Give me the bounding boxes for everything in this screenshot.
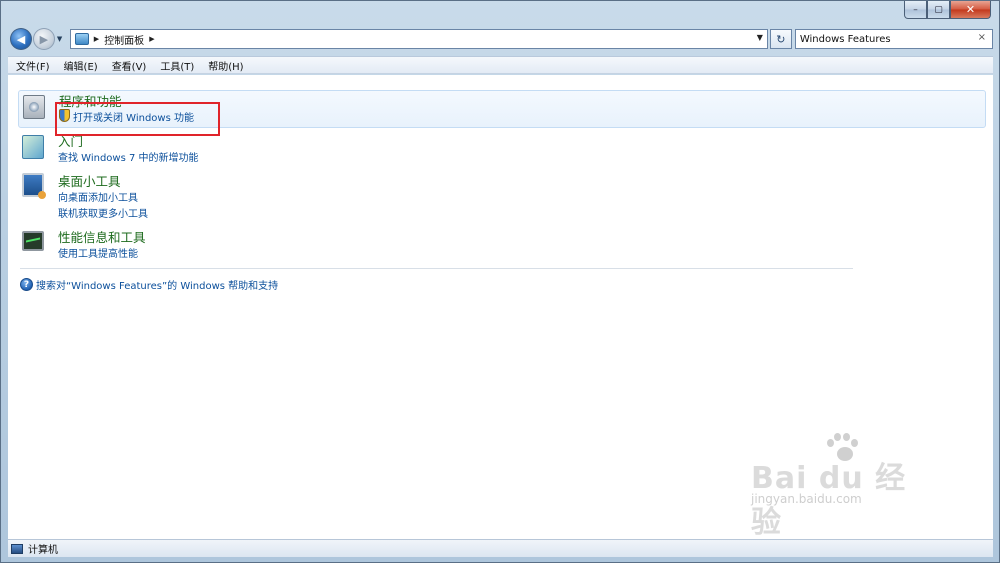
watermark-url: jingyan.baidu.com: [751, 492, 862, 506]
maximize-icon: ▢: [934, 4, 943, 15]
title-bar-controls: – ▢ ✕: [904, 1, 991, 19]
result-group-performance[interactable]: 性能信息和工具 使用工具提高性能: [18, 227, 986, 261]
search-box[interactable]: Windows Features ×: [794, 29, 994, 49]
search-input[interactable]: Windows Features: [800, 34, 891, 45]
menu-view[interactable]: 查看(V): [105, 58, 154, 73]
breadcrumb-control-panel[interactable]: 控制面板: [104, 32, 144, 47]
group-title-performance[interactable]: 性能信息和工具: [58, 227, 146, 246]
back-arrow-icon: ◀: [16, 32, 26, 46]
address-bar[interactable]: ▶ 控制面板 ▶ ▼: [69, 29, 768, 49]
uac-shield-icon: [59, 109, 70, 122]
close-button[interactable]: ✕: [950, 1, 991, 19]
status-bar: 计算机: [8, 539, 993, 557]
group-title-getting-started[interactable]: 入门: [58, 131, 83, 150]
getting-started-icon: [22, 135, 44, 159]
menu-bar: 文件(F) 编辑(E) 查看(V) 工具(T) 帮助(H): [8, 56, 993, 74]
minimize-icon: –: [913, 4, 918, 15]
help-icon: ?: [20, 278, 33, 291]
navigation-bar: ◀ ▶ ▼ ▶ 控制面板 ▶ ▼ ↻ Windows Features ×: [7, 26, 994, 52]
refresh-icon: ↻: [776, 32, 786, 46]
help-search-row[interactable]: ? 搜索对“Windows Features”的 Windows 帮助和支持: [20, 277, 278, 292]
watermark: Bai du 经验 jingyan.baidu.com: [751, 433, 931, 540]
close-icon: ✕: [965, 3, 976, 16]
results-divider: [20, 268, 853, 269]
forward-arrow-icon: ▶: [39, 32, 49, 46]
link-add-gadgets[interactable]: 向桌面添加小工具: [58, 189, 138, 204]
window-frame: – ▢ ✕ ◀ ▶ ▼ ▶ 控制面板 ▶ ▼ ↻ Windows Feature…: [0, 0, 1000, 563]
link-whats-new[interactable]: 查找 Windows 7 中的新增功能: [58, 149, 199, 164]
address-dropdown-icon[interactable]: ▼: [757, 33, 763, 42]
link-turn-windows-features[interactable]: 打开或关闭 Windows 功能: [73, 109, 194, 124]
result-group-gadgets[interactable]: 桌面小工具 向桌面添加小工具 联机获取更多小工具: [18, 171, 986, 221]
clear-search-icon[interactable]: ×: [978, 32, 986, 43]
help-search-link[interactable]: 搜索对“Windows Features”的 Windows 帮助和支持: [36, 277, 278, 292]
refresh-button[interactable]: ↻: [769, 29, 792, 49]
search-results-pane: 程序和功能 打开或关闭 Windows 功能 入门 查找 Windows 7 中…: [8, 75, 993, 540]
breadcrumb-separator-icon[interactable]: ▶: [94, 35, 99, 43]
menu-edit[interactable]: 编辑(E): [57, 58, 105, 73]
menu-tools[interactable]: 工具(T): [153, 58, 201, 73]
recent-pages-dropdown[interactable]: ▼: [57, 35, 67, 43]
paw-logo-icon: [823, 433, 863, 473]
minimize-button[interactable]: –: [904, 1, 927, 19]
programs-icon: [23, 95, 45, 119]
chevron-down-icon: ▼: [56, 35, 63, 43]
watermark-brand: Bai du 经验: [751, 461, 907, 540]
link-get-more-gadgets[interactable]: 联机获取更多小工具: [58, 205, 148, 220]
gadgets-icon: [22, 173, 46, 199]
status-text: 计算机: [28, 545, 58, 556]
forward-button[interactable]: ▶: [32, 28, 55, 50]
performance-icon: [22, 231, 44, 251]
group-title-programs[interactable]: 程序和功能: [59, 91, 122, 110]
group-title-gadgets[interactable]: 桌面小工具: [58, 171, 121, 190]
menu-help[interactable]: 帮助(H): [201, 58, 250, 73]
result-group-getting-started[interactable]: 入门 查找 Windows 7 中的新增功能: [18, 131, 986, 165]
result-group-programs[interactable]: 程序和功能 打开或关闭 Windows 功能: [18, 90, 986, 128]
menu-file[interactable]: 文件(F): [8, 58, 57, 73]
computer-icon: [11, 543, 23, 554]
link-improve-performance[interactable]: 使用工具提高性能: [58, 245, 138, 260]
maximize-button[interactable]: ▢: [927, 1, 950, 19]
breadcrumb-separator-icon[interactable]: ▶: [149, 35, 154, 43]
control-panel-icon: [74, 33, 89, 45]
back-button[interactable]: ◀: [10, 28, 32, 50]
